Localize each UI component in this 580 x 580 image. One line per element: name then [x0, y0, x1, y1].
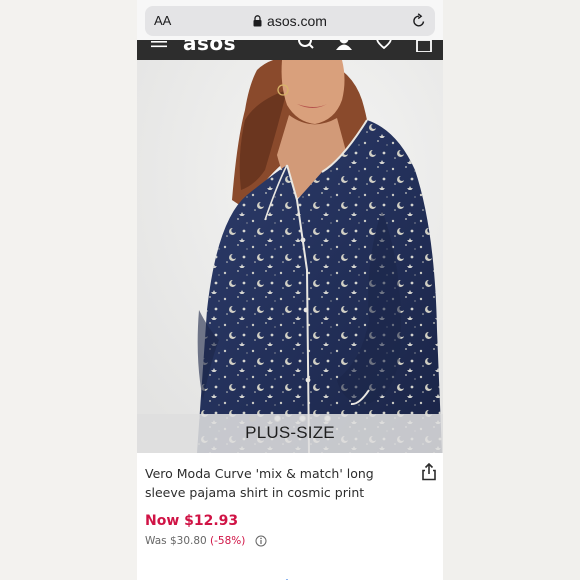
product-title: Vero Moda Curve 'mix & match' long sleev…	[145, 466, 374, 500]
bag-icon[interactable]	[415, 40, 433, 52]
wishlist-heart-icon[interactable]	[375, 40, 393, 52]
url-text: asos.com	[267, 13, 327, 29]
right-background	[443, 0, 580, 580]
was-price-text: Was $30.80	[145, 535, 207, 547]
discount-percent: (-58%)	[210, 535, 246, 547]
info-icon[interactable]	[255, 535, 267, 547]
share-icon[interactable]	[421, 463, 437, 481]
current-price: Now $12.93	[145, 513, 239, 529]
plus-size-label: PLUS-SIZE	[245, 423, 335, 442]
asos-logo[interactable]: asos	[183, 40, 236, 55]
previous-price: Was $30.80 (-58%)	[145, 535, 267, 547]
url-field[interactable]: AA asos.com	[145, 6, 435, 36]
product-image[interactable]: PLUS-SIZE	[137, 60, 443, 453]
reload-icon[interactable]	[412, 13, 426, 28]
site-header: asos	[137, 40, 443, 60]
menu-icon[interactable]	[151, 40, 167, 48]
bottom-toolbar-edge	[137, 572, 443, 580]
url-display[interactable]: asos.com	[145, 13, 435, 29]
browser-address-bar: AA asos.com	[137, 0, 443, 40]
plus-size-banner: PLUS-SIZE	[137, 414, 443, 453]
model-photo	[137, 60, 443, 453]
account-icon[interactable]	[335, 40, 353, 52]
lock-icon	[253, 15, 262, 27]
phone-screen: AA asos.com asos PLUS-SIZE Vero Moda Cur…	[137, 0, 443, 580]
search-icon[interactable]	[297, 40, 315, 52]
left-background	[0, 0, 137, 580]
